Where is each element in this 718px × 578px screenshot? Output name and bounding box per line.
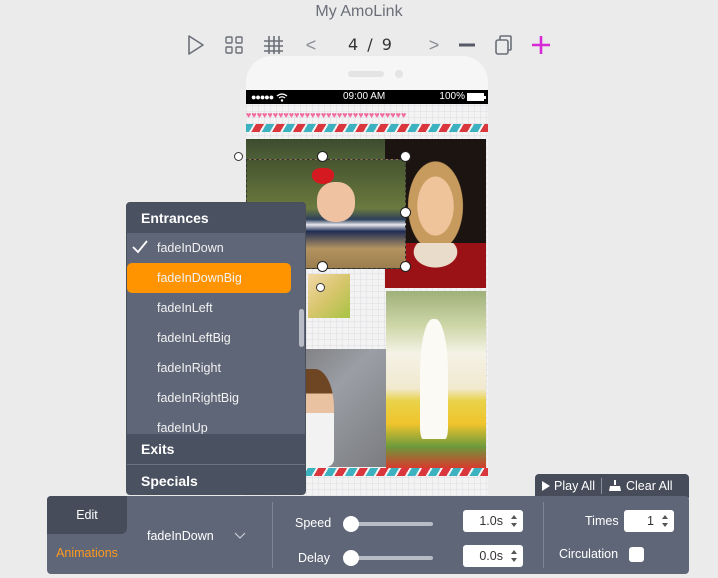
signal-icon: ●●●●● xyxy=(251,92,274,102)
plus-icon xyxy=(532,36,550,54)
next-page-button[interactable]: > xyxy=(423,32,445,58)
menu-item-label: fadeInDown xyxy=(157,241,224,255)
battery-percent: 100% xyxy=(439,91,465,102)
menu-item-fadeinleft[interactable]: fadeInLeft xyxy=(127,293,305,323)
selected-animation: fadeInDown xyxy=(147,529,214,543)
grid-view-icon xyxy=(225,36,243,54)
menu-item-fadeinright[interactable]: fadeInRight xyxy=(127,353,305,383)
play-all-button[interactable]: Play All xyxy=(535,474,601,498)
checkmark-icon xyxy=(132,240,148,254)
tab-animations[interactable]: Animations xyxy=(47,542,127,564)
menu-item-fadeinrightbig[interactable]: fadeInRightBig xyxy=(127,383,305,413)
times-label: Times xyxy=(585,514,619,528)
menu-section-exits[interactable]: Exits xyxy=(127,434,305,465)
photo-bride-tulips[interactable] xyxy=(386,291,486,468)
stepper-arrows-icon[interactable] xyxy=(661,514,669,528)
menu-item-label: fadeInUp xyxy=(157,421,208,434)
menu-section-entrances[interactable]: Entrances xyxy=(127,203,305,233)
animation-settings-panel: Edit Animations fadeInDown Speed 1.0s De… xyxy=(47,496,689,574)
delay-slider[interactable] xyxy=(343,550,433,566)
divider xyxy=(272,502,273,568)
hash-grid-icon xyxy=(264,36,283,54)
times-input[interactable]: 1 xyxy=(624,510,674,532)
animation-dropdown-menu: Entrances fadeInDown fadeInDownBig fadeI… xyxy=(126,202,306,495)
phone-status-bar: ●●●●● 09:00 AM 100% xyxy=(246,90,488,104)
rotate-handle[interactable] xyxy=(234,152,243,161)
tab-edit[interactable]: Edit xyxy=(47,496,127,534)
copy-icon xyxy=(495,35,512,55)
battery-icon xyxy=(467,92,486,101)
menu-scrollbar[interactable] xyxy=(299,309,304,347)
photo-detail xyxy=(317,182,355,222)
menu-item-label: fadeInRight xyxy=(157,361,221,375)
menu-item-label: fadeInRightBig xyxy=(157,391,240,405)
resize-handle-bottom-right[interactable] xyxy=(401,262,410,271)
app-title: My AmoLink xyxy=(315,3,403,20)
stripe-border-top xyxy=(246,124,488,132)
duplicate-page-button[interactable] xyxy=(493,32,515,58)
toolbar: < 4 / 9 > xyxy=(180,32,560,58)
play-icon xyxy=(188,35,204,55)
hearts-border-decoration: ♥♥♥♥♥♥♥♥♥♥♥♥♥♥♥♥♥♥♥♥♥♥♥♥♥♥♥♥♥♥ xyxy=(246,111,407,119)
play-all-label: Play All xyxy=(554,479,595,493)
menu-item-label: fadeInLeft xyxy=(157,301,213,315)
broom-icon xyxy=(609,480,621,491)
speed-label: Speed xyxy=(295,516,332,530)
resize-handle-top[interactable] xyxy=(318,152,327,161)
add-page-button[interactable] xyxy=(530,32,552,58)
chevron-down-icon xyxy=(234,532,246,539)
minus-icon xyxy=(459,43,475,47)
delay-label: Delay xyxy=(298,551,330,565)
divider xyxy=(543,502,544,568)
playback-bar: Play All Clear All xyxy=(535,474,689,498)
page-indicator: 4 / 9 xyxy=(348,35,394,54)
photo-detail xyxy=(420,319,448,439)
play-icon xyxy=(542,481,550,491)
speed-slider-knob[interactable] xyxy=(343,516,359,532)
resize-handle-bottom[interactable] xyxy=(318,262,327,271)
gridlines-toggle[interactable] xyxy=(261,32,285,58)
clear-all-label: Clear All xyxy=(626,479,673,493)
stepper-arrows-icon[interactable] xyxy=(510,514,518,528)
menu-item-label: fadeInLeftBig xyxy=(157,331,231,345)
photo-handle[interactable] xyxy=(316,283,325,292)
speed-input[interactable]: 1.0s xyxy=(463,510,523,532)
times-value: 1 xyxy=(647,514,654,528)
delay-value: 0.0s xyxy=(479,549,503,563)
delay-input[interactable]: 0.0s xyxy=(463,545,523,567)
speed-value: 1.0s xyxy=(479,514,503,528)
menu-item-fadeinup[interactable]: fadeInUp xyxy=(127,413,305,434)
animation-type-select[interactable]: fadeInDown xyxy=(147,526,246,546)
clear-all-button[interactable]: Clear All xyxy=(602,474,679,498)
menu-item-fadeindown[interactable]: fadeInDown xyxy=(127,233,305,263)
prev-page-button[interactable]: < xyxy=(300,32,322,58)
delay-slider-knob[interactable] xyxy=(343,550,359,566)
battery-status: 100% xyxy=(439,91,486,102)
status-time: 09:00 AM xyxy=(343,91,386,102)
photo-girl-flowers[interactable] xyxy=(308,274,350,318)
phone-speaker xyxy=(348,71,384,77)
preview-play-button[interactable] xyxy=(184,32,208,58)
circulation-label: Circulation xyxy=(559,547,619,561)
menu-section-specials[interactable]: Specials xyxy=(127,465,305,494)
menu-item-label: fadeInDownBig xyxy=(157,271,242,285)
stepper-arrows-icon[interactable] xyxy=(510,549,518,563)
circulation-checkbox[interactable] xyxy=(629,547,644,562)
delete-page-button[interactable] xyxy=(456,32,478,58)
thumbnails-button[interactable] xyxy=(222,32,246,58)
resize-handle-right[interactable] xyxy=(401,208,410,217)
entrances-list: fadeInDown fadeInDownBig fadeInLeft fade… xyxy=(127,233,305,434)
phone-camera xyxy=(395,70,403,78)
wifi-icon xyxy=(276,92,288,102)
menu-item-fadeindownbig[interactable]: fadeInDownBig xyxy=(127,263,291,293)
menu-item-fadeinleftbig[interactable]: fadeInLeftBig xyxy=(127,323,305,353)
resize-handle-top-right[interactable] xyxy=(401,152,410,161)
speed-slider[interactable] xyxy=(343,516,433,532)
